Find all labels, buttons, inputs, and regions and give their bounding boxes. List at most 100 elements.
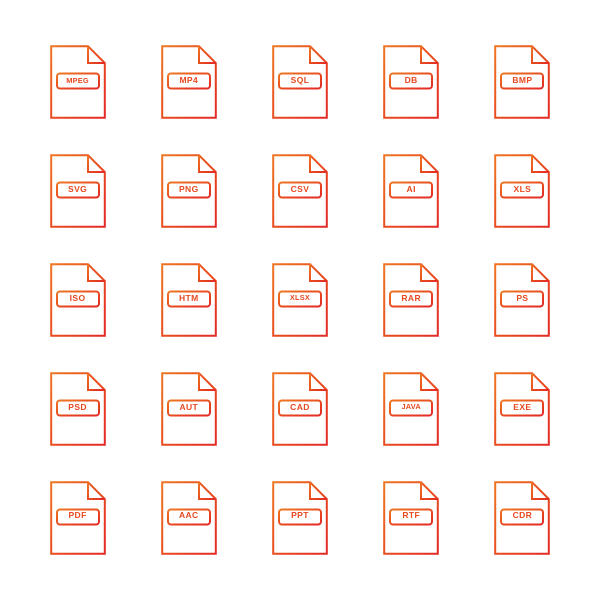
file-icon-java[interactable]: JAVA <box>383 371 439 446</box>
page-outline <box>494 480 551 555</box>
page-outline <box>383 154 439 228</box>
label-badge <box>55 399 100 417</box>
file-icon-mpeg[interactable]: MPEG <box>49 45 106 120</box>
label-badge <box>500 72 545 90</box>
page-outline <box>272 371 328 446</box>
file-icon-psd[interactable]: PSD <box>49 371 106 446</box>
file-icon-rtf-glyph <box>383 480 439 555</box>
file-icon-cdr[interactable]: CDR <box>494 480 551 555</box>
label-badge <box>55 181 100 199</box>
file-icon-ppt-cell[interactable]: PPT <box>244 463 355 572</box>
label-badge <box>55 508 100 526</box>
file-icon-aut[interactable]: AUT <box>160 371 217 446</box>
file-icon-ai-glyph <box>383 154 439 228</box>
page-outline <box>49 45 106 120</box>
label-badge <box>500 399 545 417</box>
file-icon-aut-cell[interactable]: AUT <box>133 354 244 463</box>
page-outline <box>49 480 106 555</box>
page-outline <box>383 480 439 555</box>
file-icon-htm-cell[interactable]: HTM <box>133 246 244 355</box>
page-outline <box>494 154 551 228</box>
file-icon-svg[interactable]: SVG <box>49 154 106 228</box>
file-icon-bmp[interactable]: BMP <box>494 45 551 120</box>
file-icon-iso-cell[interactable]: ISO <box>22 246 133 355</box>
file-icon-cad[interactable]: CAD <box>272 371 328 446</box>
file-icon-xls-glyph <box>494 154 551 228</box>
file-icon-mp4[interactable]: MP4 <box>160 45 217 120</box>
label-badge <box>389 290 434 308</box>
file-icon-mpeg-cell[interactable]: MPEG <box>22 28 133 137</box>
file-icon-xls[interactable]: XLS <box>494 154 551 228</box>
file-icon-sql-glyph <box>272 45 328 120</box>
page-outline <box>383 45 439 120</box>
file-icon-rtf[interactable]: RTF <box>383 480 439 555</box>
file-icon-rtf-cell[interactable]: RTF <box>356 463 467 572</box>
file-icon-rar-glyph <box>383 263 439 337</box>
page-outline <box>383 371 439 446</box>
label-badge <box>389 508 434 526</box>
file-icon-mp4-cell[interactable]: MP4 <box>133 28 244 137</box>
page-outline <box>272 480 328 555</box>
file-icon-bmp-cell[interactable]: BMP <box>467 28 578 137</box>
file-icon-iso[interactable]: ISO <box>49 263 106 337</box>
file-icon-sql-cell[interactable]: SQL <box>244 28 355 137</box>
file-icon-ai[interactable]: AI <box>383 154 439 228</box>
file-icon-png-cell[interactable]: PNG <box>133 137 244 246</box>
label-badge <box>389 72 434 90</box>
file-icon-java-cell[interactable]: JAVA <box>356 354 467 463</box>
file-icon-exe[interactable]: EXE <box>494 371 551 446</box>
file-icon-rar[interactable]: RAR <box>383 263 439 337</box>
file-icon-aut-glyph <box>160 371 217 446</box>
file-icon-aac-cell[interactable]: AAC <box>133 463 244 572</box>
label-badge <box>55 290 100 308</box>
file-icon-grid: MPEG MP4 SQL DB BMP SVG PNG CSV AI XLS ISO HTM XLSX R… <box>0 0 600 600</box>
page-outline <box>160 480 217 555</box>
file-icon-csv[interactable]: CSV <box>272 154 328 228</box>
label-badge <box>55 72 100 90</box>
page-outline <box>49 154 106 228</box>
file-icon-ai-cell[interactable]: AI <box>356 137 467 246</box>
file-icon-xlsx[interactable]: XLSX <box>272 263 328 337</box>
page-outline <box>160 371 217 446</box>
page-outline <box>272 154 328 228</box>
file-icon-cad-cell[interactable]: CAD <box>244 354 355 463</box>
label-badge <box>166 290 211 308</box>
file-icon-csv-glyph <box>272 154 328 228</box>
file-icon-htm[interactable]: HTM <box>160 263 217 337</box>
file-icon-xls-cell[interactable]: XLS <box>467 137 578 246</box>
page-outline <box>494 371 551 446</box>
file-icon-ps-glyph <box>494 263 551 337</box>
file-icon-csv-cell[interactable]: CSV <box>244 137 355 246</box>
label-badge <box>500 181 545 199</box>
page-outline <box>49 371 106 446</box>
file-icon-ps[interactable]: PS <box>494 263 551 337</box>
file-icon-png-glyph <box>160 154 217 228</box>
file-icon-exe-glyph <box>494 371 551 446</box>
file-icon-db[interactable]: DB <box>383 45 439 120</box>
label-badge <box>389 399 434 417</box>
label-badge <box>277 290 322 308</box>
file-icon-iso-glyph <box>49 263 106 337</box>
file-icon-sql[interactable]: SQL <box>272 45 328 120</box>
file-icon-rar-cell[interactable]: RAR <box>356 246 467 355</box>
label-badge <box>389 181 434 199</box>
file-icon-svg-cell[interactable]: SVG <box>22 137 133 246</box>
file-icon-db-glyph <box>383 45 439 120</box>
file-icon-bmp-glyph <box>494 45 551 120</box>
file-icon-exe-cell[interactable]: EXE <box>467 354 578 463</box>
file-icon-xlsx-cell[interactable]: XLSX <box>244 246 355 355</box>
label-badge <box>500 290 545 308</box>
file-icon-ppt[interactable]: PPT <box>272 480 328 555</box>
label-badge <box>166 508 211 526</box>
file-icon-aac[interactable]: AAC <box>160 480 217 555</box>
label-badge <box>166 181 211 199</box>
page-outline <box>494 263 551 337</box>
file-icon-cdr-glyph <box>494 480 551 555</box>
file-icon-pdf[interactable]: PDF <box>49 480 106 555</box>
file-icon-psd-cell[interactable]: PSD <box>22 354 133 463</box>
file-icon-png[interactable]: PNG <box>160 154 217 228</box>
file-icon-cdr-cell[interactable]: CDR <box>467 463 578 572</box>
file-icon-db-cell[interactable]: DB <box>356 28 467 137</box>
file-icon-ps-cell[interactable]: PS <box>467 246 578 355</box>
file-icon-pdf-cell[interactable]: PDF <box>22 463 133 572</box>
